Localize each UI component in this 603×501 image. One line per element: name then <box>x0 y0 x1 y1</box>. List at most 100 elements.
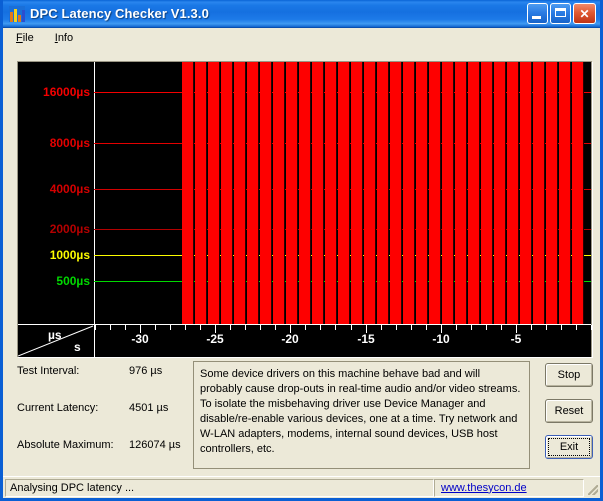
chart-x-label: -20 <box>281 332 299 346</box>
chart-bar <box>429 62 441 324</box>
chart-x-label: -30 <box>131 332 149 346</box>
chart-x-tick <box>155 325 156 330</box>
bar-chart-icon <box>9 5 25 22</box>
chart-x-tick <box>351 325 352 330</box>
maximize-icon <box>555 8 566 17</box>
chart-x-tick <box>396 325 397 330</box>
chart-bar <box>195 62 207 324</box>
stat-value: 976 µs <box>129 365 163 377</box>
status-bar: Analysing DPC latency ... www.thesycon.d… <box>3 476 600 498</box>
chart-bar <box>481 62 493 324</box>
maximize-button[interactable] <box>550 3 571 24</box>
chart-y-label: 500µs <box>56 274 90 288</box>
thesycon-link[interactable]: www.thesycon.de <box>441 482 527 494</box>
chart-x-label: -10 <box>432 332 450 346</box>
chart-x-tick <box>456 325 457 330</box>
chart-x-tick <box>170 325 171 330</box>
chart-bar <box>507 62 519 324</box>
window-title: DPC Latency Checker V1.3.0 <box>30 6 209 21</box>
latency-chart: 500µs 1000µs 2000µs 4000µs 8000µs 16000µs µs … <box>17 61 592 357</box>
chart-x-tick <box>275 325 276 330</box>
stat-value: 126074 µs <box>129 439 181 451</box>
focus-ring <box>548 438 590 456</box>
chart-y-label: 8000µs <box>49 136 90 150</box>
chart-y-label: 2000µs <box>49 222 90 236</box>
minimize-icon <box>532 16 541 19</box>
chart-x-tick <box>110 325 111 330</box>
minimize-button[interactable] <box>527 3 548 24</box>
chart-x-axis: µs s -30 -25 -20 -15 -10 -5 <box>18 324 592 357</box>
stat-label: Test Interval: <box>17 365 80 377</box>
chart-x-label: -15 <box>357 332 375 346</box>
chart-bar <box>416 62 428 324</box>
chart-x-tick <box>230 325 231 330</box>
chart-bar <box>247 62 259 324</box>
chart-x-tick <box>546 325 547 330</box>
close-button[interactable]: ✕ <box>573 3 596 24</box>
chart-bar <box>559 62 571 324</box>
menu-info-rest: nfo <box>57 32 74 44</box>
chart-bar <box>442 62 454 324</box>
title-bar: DPC Latency Checker V1.3.0 ✕ <box>3 0 600 28</box>
chart-x-tick <box>501 325 502 330</box>
menu-item-info[interactable]: Info <box>50 30 83 46</box>
stop-button[interactable]: Stop <box>545 363 593 387</box>
chart-bar <box>377 62 389 324</box>
chart-bar <box>364 62 376 324</box>
stat-label: Current Latency: <box>17 402 99 414</box>
status-link-pane: www.thesycon.de <box>434 478 584 497</box>
chart-bar-short <box>520 198 532 324</box>
chart-x-label: -25 <box>206 332 224 346</box>
resize-grip[interactable] <box>584 479 600 497</box>
chart-bar <box>455 62 467 324</box>
chart-x-tick <box>125 325 126 330</box>
chart-bar <box>299 62 311 324</box>
chart-bar <box>533 62 545 324</box>
description-box: Some device drivers on this machine beha… <box>193 361 530 469</box>
menu-item-file[interactable]: File <box>11 30 44 46</box>
chart-bar <box>390 62 402 324</box>
chart-x-tick <box>381 325 382 330</box>
chart-bar <box>182 62 194 324</box>
chart-bar <box>273 62 285 324</box>
chart-y-label: 16000µs <box>43 85 90 99</box>
chart-y-label: 1000µs <box>49 248 90 262</box>
axis-unit-microseconds: µs <box>48 328 62 342</box>
chart-bar <box>338 62 350 324</box>
chart-x-tick <box>200 325 201 330</box>
chart-x-tick <box>531 325 532 330</box>
chart-bar <box>286 62 298 324</box>
chart-x-tick <box>320 325 321 330</box>
close-icon: ✕ <box>579 6 590 21</box>
chart-bar <box>546 62 558 324</box>
stat-row: Absolute Maximum: 126074 µs <box>17 439 187 476</box>
stat-row: Current Latency: 4501 µs <box>17 402 187 439</box>
axis-unit-seconds: s <box>74 340 81 354</box>
stat-row: Test Interval: 976 µs <box>17 365 187 402</box>
chart-x-label: -5 <box>510 332 522 346</box>
chart-x-tick <box>471 325 472 330</box>
chart-bar <box>260 62 272 324</box>
chart-plot-area: 500µs 1000µs 2000µs 4000µs 8000µs 16000µs <box>18 62 591 324</box>
chart-bar <box>312 62 324 324</box>
chart-bar <box>208 62 220 324</box>
menu-file-rest: ile <box>22 32 34 44</box>
chart-x-tick <box>305 325 306 330</box>
chart-bar <box>325 62 337 324</box>
chart-x-tick <box>185 325 186 330</box>
chart-x-tick <box>260 325 261 330</box>
exit-button[interactable]: Exit <box>545 435 593 459</box>
chart-bar <box>468 62 480 324</box>
chart-y-axis-labels: 500µs 1000µs 2000µs 4000µs 8000µs 16000µs <box>18 62 94 324</box>
chart-bars <box>95 62 591 324</box>
chart-y-label: 4000µs <box>49 182 90 196</box>
chart-bar <box>572 62 584 324</box>
reset-button[interactable]: Reset <box>545 399 593 423</box>
menu-bar: File Info <box>3 28 600 48</box>
chart-x-tick <box>95 325 96 330</box>
chart-x-tick <box>576 325 577 330</box>
chart-x-tick <box>245 325 246 330</box>
chart-x-tick <box>591 325 592 330</box>
chart-x-tick <box>335 325 336 330</box>
chart-bar <box>403 62 415 324</box>
